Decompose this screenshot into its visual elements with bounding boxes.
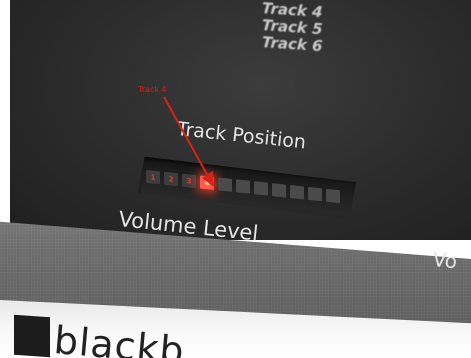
- led-segment-3: 3: [182, 174, 196, 188]
- led-segment-unlabeled: [272, 183, 286, 197]
- led-segment-unlabeled: [254, 181, 268, 195]
- led-segment-2: 2: [164, 172, 178, 186]
- device-photo: Track 4 Track 5 Track 6 Track Position 1…: [0, 0, 471, 358]
- track-list: Track 4 Track 5 Track 6: [261, 0, 323, 55]
- volume-label-fragment: Vo: [431, 247, 459, 274]
- led-segment-4-active: 4: [200, 176, 214, 190]
- led-segment-unlabeled: [308, 187, 322, 201]
- led-segment-unlabeled: [236, 179, 250, 193]
- led-segment-unlabeled: [218, 177, 232, 191]
- annotation-label: Track 4: [138, 85, 167, 94]
- led-segment-unlabeled: [290, 185, 304, 199]
- brand-logo-mark: [14, 314, 50, 358]
- led-segment-1: 1: [146, 170, 160, 184]
- led-segment-unlabeled: [326, 189, 340, 203]
